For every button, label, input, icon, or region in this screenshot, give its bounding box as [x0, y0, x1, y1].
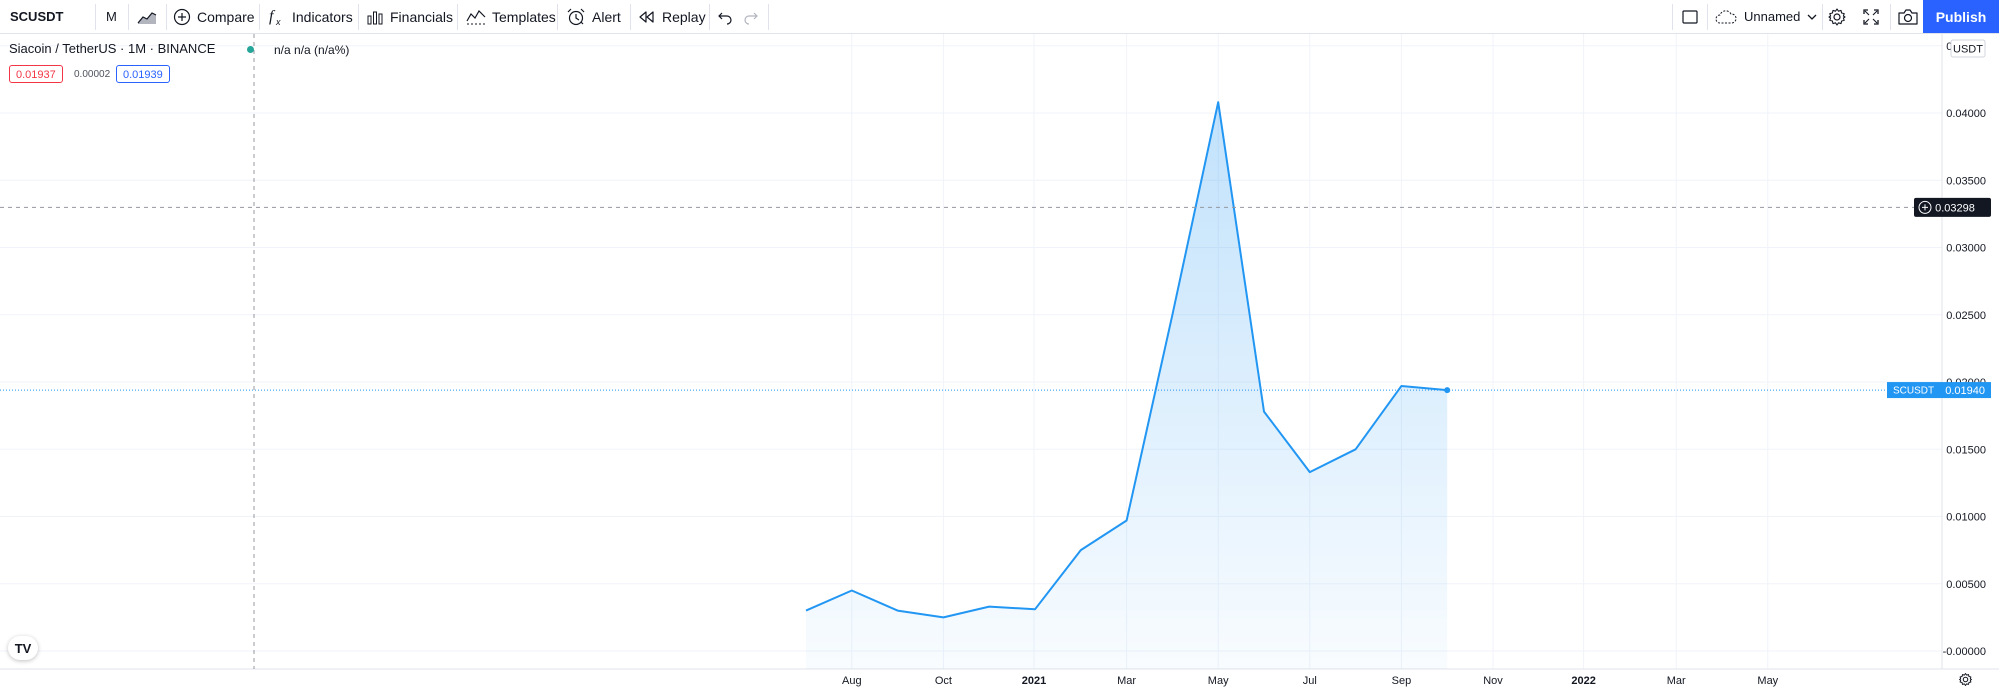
redo-button[interactable]	[743, 0, 759, 33]
symbol-search-button[interactable]: SCUSDT	[10, 0, 63, 33]
publish-label: Publish	[1936, 9, 1987, 25]
x-axis-tick-label: Mar	[1117, 675, 1136, 687]
publish-button[interactable]: Publish	[1923, 0, 1999, 33]
snapshot-button[interactable]	[1897, 0, 1919, 33]
market-status-dot	[247, 46, 254, 53]
interval-button[interactable]: M	[106, 0, 117, 33]
crosshair-price-text: 0.03298	[1935, 202, 1975, 214]
indicators-button[interactable]: fx Indicators	[268, 0, 353, 33]
alert-label: Alert	[592, 9, 621, 25]
legend-title[interactable]: Siacoin / TetherUS · 1M · BINANCE	[9, 41, 215, 56]
tv-logo-icon: TV	[15, 641, 32, 656]
toolbar-divider	[768, 4, 769, 30]
y-axis-tick-label: 0.02500	[1946, 310, 1986, 322]
toolbar-divider	[457, 4, 458, 30]
tradingview-logo[interactable]: TV	[8, 636, 38, 660]
gear-icon	[1958, 672, 1973, 687]
toolbar-divider	[1890, 4, 1891, 30]
toolbar-divider	[1822, 4, 1823, 30]
sell-price-button[interactable]: 0.01937	[9, 65, 63, 83]
last-price-value: 0.01940	[1945, 385, 1985, 397]
alarm-clock-icon	[566, 7, 586, 27]
compare-button[interactable]: Compare	[173, 0, 255, 33]
square-icon	[1681, 8, 1699, 26]
x-axis-tick-label: Aug	[842, 675, 862, 687]
financials-label: Financials	[390, 9, 453, 25]
x-axis-tick-label: Jul	[1303, 675, 1317, 687]
x-axis-tick-label: Nov	[1483, 675, 1503, 687]
cloud-icon	[1714, 9, 1738, 25]
last-price-symbol: SCUSDT	[1893, 386, 1934, 397]
legend-ohlc-values: n/a n/a (n/a%)	[274, 43, 349, 57]
last-price-badge: SCUSDT 0.01940	[1887, 382, 1991, 398]
x-axis-tick-label: May	[1208, 675, 1229, 687]
toolbar-divider	[630, 4, 631, 30]
chart-settings-button[interactable]	[1827, 0, 1847, 33]
currency-text: USDT	[1953, 44, 1983, 56]
financials-button[interactable]: Financials	[366, 0, 453, 33]
svg-text:f: f	[269, 8, 276, 25]
y-axis-tick-label: 0.04000	[1946, 108, 1986, 120]
crosshair-price-badge[interactable]: 0.03298	[1914, 198, 1991, 217]
y-axis-tick-label: 0.03000	[1946, 243, 1986, 255]
bar-chart-icon	[366, 9, 384, 25]
y-axis-tick-label: 0.00500	[1946, 579, 1986, 591]
undo-button[interactable]	[717, 0, 733, 33]
fx-icon: fx	[268, 7, 286, 27]
fullscreen-icon	[1862, 8, 1880, 26]
compare-label: Compare	[197, 9, 255, 25]
x-axis-tick-label: Mar	[1667, 675, 1686, 687]
chart-grid	[0, 34, 1942, 669]
spread-value: 0.00002	[74, 69, 110, 80]
x-axis-tick-label: 2021	[1022, 675, 1046, 687]
toolbar-divider	[259, 4, 260, 30]
templates-icon	[466, 9, 486, 25]
replay-button[interactable]: Replay	[638, 0, 706, 33]
price-chart[interactable]: 0.045000.040000.035000.030000.025000.020…	[0, 34, 1999, 691]
select-layout-button[interactable]	[1681, 0, 1699, 33]
area-chart-icon	[137, 9, 157, 25]
layout-name-label: Unnamed	[1744, 9, 1800, 24]
toolbar-divider	[128, 4, 129, 30]
chevron-down-icon	[1806, 11, 1818, 23]
y-axis-tick-label: 0.01500	[1946, 444, 1986, 456]
camera-icon	[1897, 8, 1919, 26]
rewind-icon	[638, 9, 656, 25]
indicators-label: Indicators	[292, 9, 353, 25]
toolbar-divider	[1707, 4, 1708, 30]
toolbar-divider	[709, 4, 710, 30]
toolbar-divider	[557, 4, 558, 30]
fullscreen-button[interactable]	[1862, 0, 1880, 33]
x-axis-tick-label: Sep	[1392, 675, 1412, 687]
templates-label: Templates	[492, 9, 556, 25]
redo-icon	[743, 9, 759, 25]
toolbar-divider	[95, 4, 96, 30]
templates-button[interactable]: Templates	[466, 0, 556, 33]
chart-style-button[interactable]	[137, 0, 157, 33]
y-axis-tick-label: 0.01000	[1946, 512, 1986, 524]
buy-price-button[interactable]: 0.01939	[116, 65, 170, 83]
symbol-label: SCUSDT	[10, 9, 63, 24]
toolbar-divider	[358, 4, 359, 30]
x-axis-tick-label: 2022	[1571, 675, 1595, 687]
y-axis-tick-label: -0.00000	[1943, 646, 1986, 658]
x-axis-tick-label: May	[1757, 675, 1778, 687]
x-axis-tick-label: Oct	[935, 675, 952, 687]
currency-label[interactable]: USDT	[1951, 40, 1985, 57]
interval-label: M	[106, 9, 117, 24]
layout-name-button[interactable]: Unnamed	[1714, 0, 1818, 33]
scale-settings-button[interactable]	[1958, 672, 1973, 692]
toolbar-divider	[166, 4, 167, 30]
plus-circle-icon	[173, 8, 191, 26]
top-toolbar: SCUSDT M Compare fx Indicators Financial…	[0, 0, 1999, 34]
undo-icon	[717, 9, 733, 25]
gear-icon	[1827, 7, 1847, 27]
replay-label: Replay	[662, 9, 706, 25]
y-axis-tick-label: 0.03500	[1946, 175, 1986, 187]
toolbar-divider	[1672, 4, 1673, 30]
svg-text:x: x	[275, 17, 281, 27]
alert-button[interactable]: Alert	[566, 0, 621, 33]
